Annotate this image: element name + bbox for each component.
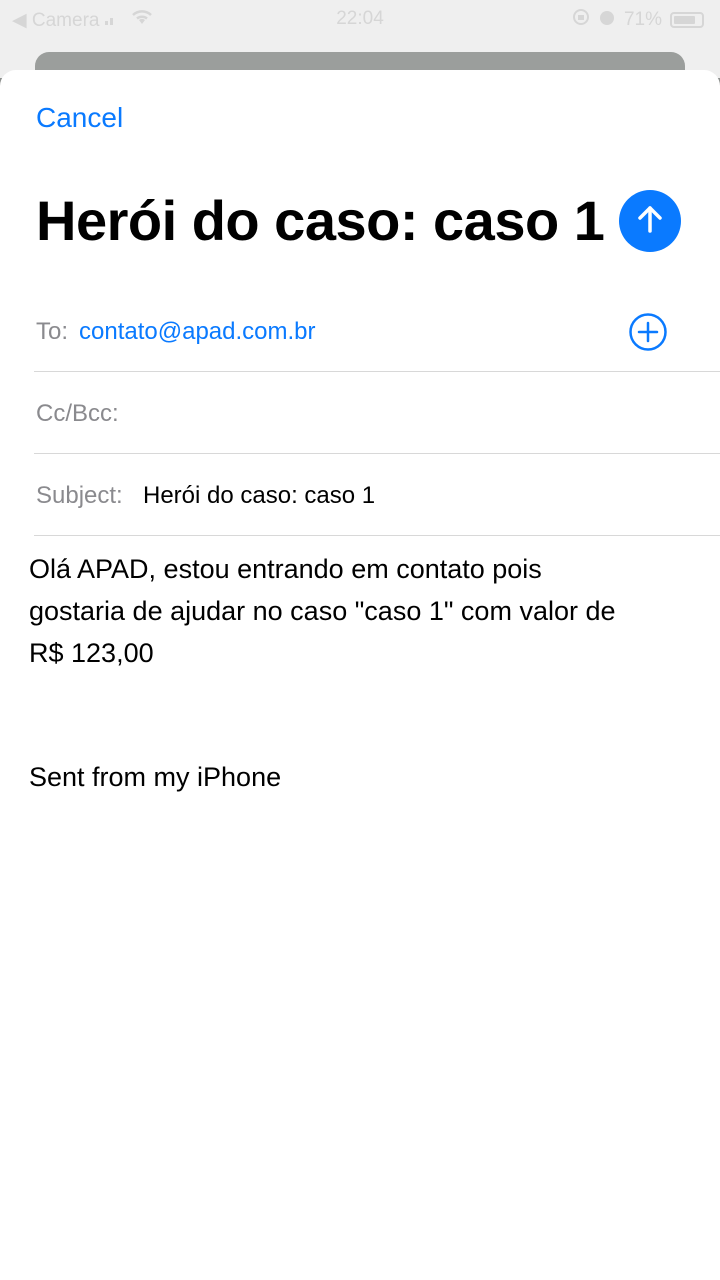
body-line: gostaria de ajudar no caso "caso 1" com … <box>29 596 616 626</box>
subject-field[interactable]: Subject: Herói do caso: caso 1 <box>34 454 720 536</box>
message-body[interactable]: Olá APAD, estou entrando em contato pois… <box>29 548 699 674</box>
send-button[interactable] <box>619 190 681 252</box>
subject-label: Subject: <box>36 482 123 509</box>
to-recipient[interactable]: contato@apad.com.br <box>79 318 316 346</box>
cc-bcc-label: Cc/Bcc: <box>36 400 119 427</box>
body-line: Olá APAD, estou entrando em contato pois <box>29 554 542 584</box>
status-right-group: 71% <box>572 8 704 32</box>
body-line: R$ 123,00 <box>29 638 154 668</box>
cancel-button[interactable]: Cancel <box>36 102 123 134</box>
battery-icon <box>670 12 704 28</box>
plus-circle-icon <box>629 313 667 351</box>
compose-sheet: Cancel Herói do caso: caso 1 To: contato… <box>0 70 720 1280</box>
signature[interactable]: Sent from my iPhone <box>29 756 281 798</box>
subject-value[interactable]: Herói do caso: caso 1 <box>143 482 375 510</box>
battery-percent: 71% <box>623 9 662 30</box>
alarm-icon <box>598 8 616 32</box>
cc-bcc-field[interactable]: Cc/Bcc: <box>34 372 720 454</box>
compose-title: Herói do caso: caso 1 <box>36 189 605 252</box>
orientation-lock-icon <box>572 8 590 32</box>
status-bar: ◀ Camera 22:04 71% <box>0 0 720 38</box>
add-recipient-button[interactable] <box>628 312 668 352</box>
to-label: To: <box>36 318 69 345</box>
arrow-up-icon <box>633 202 667 241</box>
to-field[interactable]: To: contato@apad.com.br <box>34 290 720 372</box>
